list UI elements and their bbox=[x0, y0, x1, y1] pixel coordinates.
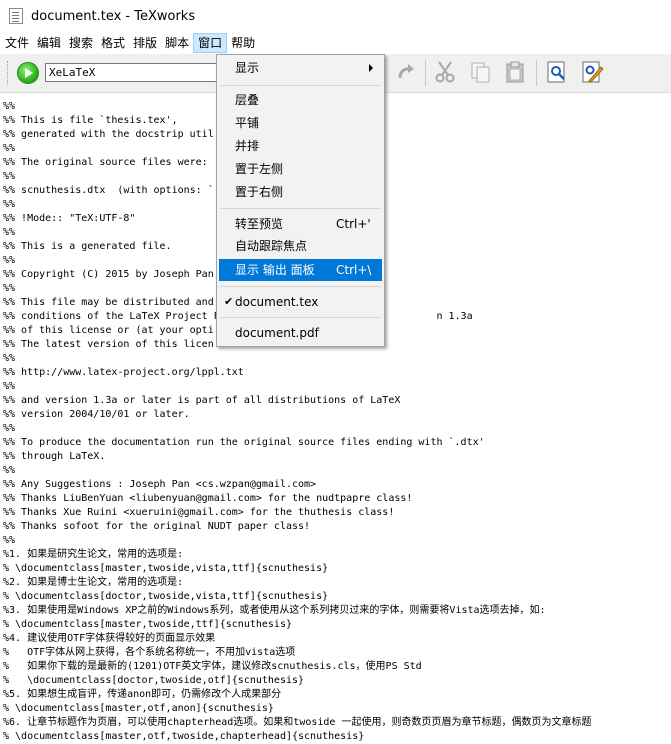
checkmark-icon: ✔ bbox=[224, 295, 234, 308]
code-line: %% bbox=[3, 381, 16, 392]
code-line: %% bbox=[3, 255, 16, 266]
code-line: %% bbox=[3, 465, 16, 476]
menu-item-label: 置于右侧 bbox=[235, 185, 284, 199]
menu-item-shortcut: Ctrl+\ bbox=[336, 263, 372, 277]
code-line: % \documentclass[master,twoside,ttf]{scn… bbox=[3, 619, 292, 630]
menu-item-document-pdf[interactable]: document.pdf bbox=[219, 322, 382, 344]
menu-item-place-right[interactable]: 置于右侧 bbox=[219, 181, 382, 203]
menu-edit[interactable]: 编辑 bbox=[33, 33, 65, 53]
code-line: %% bbox=[3, 423, 16, 434]
code-line: %% bbox=[3, 227, 16, 238]
code-line: %% The latest version of this licen bbox=[3, 339, 214, 350]
menu-item-goto-preview[interactable]: 转至预览 Ctrl+' bbox=[219, 213, 382, 235]
code-line: %% To produce the documentation run the … bbox=[3, 437, 485, 448]
code-line: %% bbox=[3, 353, 16, 364]
paste-icon[interactable] bbox=[503, 60, 527, 84]
code-line: %% The original source files were: bbox=[3, 157, 208, 168]
menu-item-side-by-side[interactable]: 并排 bbox=[219, 135, 382, 157]
code-line: %2. 如果是博士生论文，常用的选项是: bbox=[3, 577, 184, 588]
cut-icon[interactable] bbox=[433, 60, 457, 84]
menu-item-show[interactable]: 显示 bbox=[219, 57, 382, 79]
document-icon bbox=[9, 8, 23, 24]
menu-item-label: 显示 输出 面板 bbox=[235, 263, 315, 277]
code-line: %% Copyright (C) 2015 by Joseph Pan bbox=[3, 269, 214, 280]
code-line: %4. 建议使用OTF字体获得较好的页面显示效果 bbox=[3, 633, 216, 644]
code-line: % \documentclass[doctor,twoside,vista,tt… bbox=[3, 591, 329, 602]
code-line: % \documentclass[master,otf,anon]{scnuth… bbox=[3, 703, 274, 714]
menu-item-label: 自动跟踪焦点 bbox=[235, 239, 308, 253]
code-line: % OTF字体从网上获得，各个系统名称统一，不用加vista选项 bbox=[3, 647, 296, 658]
code-line: %% generated with the docstrip util bbox=[3, 129, 214, 140]
code-line: %% scnuthesis.dtx (with options: ` bbox=[3, 185, 214, 196]
menu-item-label: document.pdf bbox=[235, 326, 319, 340]
code-line: %% bbox=[3, 171, 16, 182]
code-line: %% Any Suggestions : Joseph Pan <cs.wzpa… bbox=[3, 479, 317, 490]
code-line: %% Thanks LiuBenYuan <liubenyuan@gmail.c… bbox=[3, 493, 413, 504]
code-line: %% through LaTeX. bbox=[3, 451, 106, 462]
menu-item-tile[interactable]: 平铺 bbox=[219, 112, 382, 134]
menu-scripts[interactable]: 脚本 bbox=[161, 33, 193, 53]
menu-item-label: 转至预览 bbox=[235, 217, 284, 231]
menu-help[interactable]: 帮助 bbox=[227, 33, 259, 53]
window-title: document.tex - TeXworks bbox=[31, 8, 196, 24]
menu-bar: 文件 编辑 搜索 格式 排版 脚本 窗口 帮助 bbox=[0, 32, 671, 54]
code-line: %% bbox=[3, 101, 16, 112]
code-line: %% http://www.latex-project.org/lppl.txt bbox=[3, 367, 244, 378]
code-line: % \documentclass[master,twoside,vista,tt… bbox=[3, 563, 329, 574]
code-line: %% !Mode:: "TeX:UTF-8" bbox=[3, 213, 136, 224]
redo-icon[interactable] bbox=[394, 60, 418, 84]
typeset-icon[interactable] bbox=[17, 62, 39, 84]
code-line: %% version 2004/10/01 or later. bbox=[3, 409, 190, 420]
menu-item-place-left[interactable]: 置于左侧 bbox=[219, 158, 382, 180]
code-line: %% and version 1.3a or later is part of … bbox=[3, 395, 401, 406]
code-line: %% This is a generated file. bbox=[3, 241, 172, 252]
menu-item-show-output-panel[interactable]: 显示 输出 面板 Ctrl+\ bbox=[219, 259, 382, 281]
code-line: %5. 如果想生成盲评，传递anon即可，仍需修改个人成果部分 bbox=[3, 689, 282, 700]
window-menu-dropdown: 显示 层叠 平铺 并排 置于左侧 置于右侧 转至预览 Ctrl+' 自动跟踪焦点… bbox=[216, 54, 385, 347]
code-line: %% bbox=[3, 199, 16, 210]
menu-item-label: 显示 bbox=[235, 61, 260, 75]
title-bar: document.tex - TeXworks bbox=[0, 0, 671, 32]
copy-icon[interactable] bbox=[469, 60, 493, 84]
menu-separator bbox=[220, 85, 381, 86]
code-line: %3. 如果使用是Windows XP之前的Windows系列，或者使用从这个系… bbox=[3, 605, 546, 616]
menu-search[interactable]: 搜索 bbox=[65, 33, 97, 53]
code-line: %% Thanks Xue Ruini <xueruini@gmail.com>… bbox=[3, 507, 395, 518]
menu-separator bbox=[220, 208, 381, 209]
menu-item-label: 平铺 bbox=[235, 116, 260, 130]
menu-separator bbox=[220, 317, 381, 318]
code-line: %6. 让章节标题作为页眉，可以使用chapterhead选项。如果和twosi… bbox=[3, 717, 592, 728]
menu-item-document-tex[interactable]: ✔ document.tex bbox=[219, 291, 382, 313]
code-line: %1. 如果是研究生论文，常用的选项是: bbox=[3, 549, 184, 560]
code-line: % 如果你下载的是最新的(1201)OTF英文字体，建议修改scnuthesis… bbox=[3, 661, 422, 672]
menu-item-label: 并排 bbox=[235, 139, 260, 153]
code-line: %% bbox=[3, 143, 16, 154]
code-line: % \documentclass[doctor,twoside,otf]{scn… bbox=[3, 675, 305, 686]
menu-typeset[interactable]: 排版 bbox=[129, 33, 161, 53]
code-line: %% This is file `thesis.tex', bbox=[3, 115, 178, 126]
code-line: %% bbox=[3, 283, 16, 294]
replace-icon[interactable] bbox=[580, 60, 604, 84]
menu-item-label: 置于左侧 bbox=[235, 162, 284, 176]
toolbar-grip[interactable] bbox=[7, 61, 10, 85]
menu-file[interactable]: 文件 bbox=[1, 33, 33, 53]
find-icon[interactable] bbox=[545, 60, 569, 84]
menu-item-shortcut: Ctrl+' bbox=[336, 217, 371, 231]
submenu-arrow-icon bbox=[369, 64, 373, 72]
menu-item-cascade[interactable]: 层叠 bbox=[219, 89, 382, 111]
toolbar-separator bbox=[425, 60, 426, 86]
engine-select[interactable]: XeLaTeX bbox=[45, 63, 217, 82]
code-line: %% of this license or (at your opti bbox=[3, 325, 214, 336]
code-line: % \documentclass[master,otf,twoside,chap… bbox=[3, 731, 365, 742]
menu-item-auto-follow-focus[interactable]: 自动跟踪焦点 bbox=[219, 235, 382, 257]
menu-item-label: document.tex bbox=[235, 295, 319, 309]
menu-separator bbox=[220, 286, 381, 287]
code-line: %% This file may be distributed and bbox=[3, 297, 214, 308]
toolbar-separator bbox=[536, 60, 537, 86]
code-line: %% bbox=[3, 535, 16, 546]
code-line: %% Thanks sofoot for the original NUDT p… bbox=[3, 521, 311, 532]
menu-item-label: 层叠 bbox=[235, 93, 260, 107]
menu-window[interactable]: 窗口 bbox=[193, 33, 228, 53]
menu-format[interactable]: 格式 bbox=[97, 33, 129, 53]
